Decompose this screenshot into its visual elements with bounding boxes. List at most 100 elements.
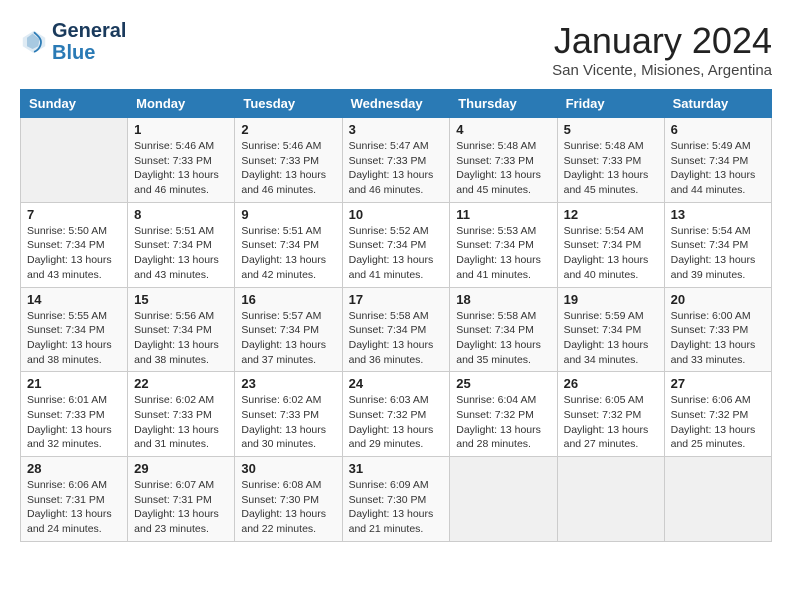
day-info: Sunrise: 5:48 AM Sunset: 7:33 PM Dayligh…	[564, 139, 658, 198]
calendar-week-row: 7 Sunrise: 5:50 AM Sunset: 7:34 PM Daylig…	[21, 202, 772, 287]
day-number: 27	[671, 376, 765, 391]
day-info: Sunrise: 5:58 AM Sunset: 7:34 PM Dayligh…	[456, 309, 550, 368]
day-number: 16	[241, 292, 335, 307]
day-info: Sunrise: 5:54 AM Sunset: 7:34 PM Dayligh…	[671, 224, 765, 283]
day-number: 31	[349, 461, 444, 476]
calendar-cell: 27 Sunrise: 6:06 AM Sunset: 7:32 PM Dayli…	[664, 372, 771, 457]
day-number: 13	[671, 207, 765, 222]
calendar-cell: 18 Sunrise: 5:58 AM Sunset: 7:34 PM Dayli…	[450, 287, 557, 372]
day-info: Sunrise: 6:09 AM Sunset: 7:30 PM Dayligh…	[349, 478, 444, 537]
day-info: Sunrise: 5:57 AM Sunset: 7:34 PM Dayligh…	[241, 309, 335, 368]
calendar-week-row: 28 Sunrise: 6:06 AM Sunset: 7:31 PM Dayli…	[21, 457, 772, 542]
calendar-header-row: SundayMondayTuesdayWednesdayThursdayFrid…	[21, 90, 772, 118]
logo: General Blue	[20, 20, 126, 64]
calendar-cell: 12 Sunrise: 5:54 AM Sunset: 7:34 PM Dayli…	[557, 202, 664, 287]
day-info: Sunrise: 6:00 AM Sunset: 7:33 PM Dayligh…	[671, 309, 765, 368]
day-number: 7	[27, 207, 121, 222]
logo-blue: Blue	[52, 42, 95, 64]
calendar-cell: 4Sunrise: 5:48 AM Sunset: 7:33 PM Daylig…	[450, 118, 557, 203]
column-header-monday: Monday	[128, 90, 235, 118]
day-info: Sunrise: 6:04 AM Sunset: 7:32 PM Dayligh…	[456, 393, 550, 452]
column-header-wednesday: Wednesday	[342, 90, 450, 118]
day-info: Sunrise: 5:46 AM Sunset: 7:33 PM Dayligh…	[241, 139, 335, 198]
calendar-cell: 9 Sunrise: 5:51 AM Sunset: 7:34 PM Daylig…	[235, 202, 342, 287]
calendar-cell: 25 Sunrise: 6:04 AM Sunset: 7:32 PM Dayli…	[450, 372, 557, 457]
calendar-cell: 3 Sunrise: 5:47 AM Sunset: 7:33 PM Daylig…	[342, 118, 450, 203]
column-header-friday: Friday	[557, 90, 664, 118]
day-number: 22	[134, 376, 228, 391]
day-number: 18	[456, 292, 550, 307]
day-number: 15	[134, 292, 228, 307]
day-number: 14	[27, 292, 121, 307]
day-number: 8	[134, 207, 228, 222]
title-section: January 2024 San Vicente, Misiones, Arge…	[552, 20, 772, 79]
day-info: Sunrise: 5:54 AM Sunset: 7:34 PM Dayligh…	[564, 224, 658, 283]
day-info: Sunrise: 5:47 AM Sunset: 7:33 PM Dayligh…	[349, 139, 444, 198]
day-number: 5	[564, 122, 658, 137]
calendar-week-row: 21 Sunrise: 6:01 AM Sunset: 7:33 PM Dayli…	[21, 372, 772, 457]
calendar-week-row: 1Sunrise: 5:46 AM Sunset: 7:33 PM Daylig…	[21, 118, 772, 203]
day-number: 17	[349, 292, 444, 307]
day-info: Sunrise: 6:05 AM Sunset: 7:32 PM Dayligh…	[564, 393, 658, 452]
day-info: Sunrise: 6:08 AM Sunset: 7:30 PM Dayligh…	[241, 478, 335, 537]
calendar-cell: 17Sunrise: 5:58 AM Sunset: 7:34 PM Dayli…	[342, 287, 450, 372]
day-info: Sunrise: 5:50 AM Sunset: 7:34 PM Dayligh…	[27, 224, 121, 283]
day-info: Sunrise: 6:06 AM Sunset: 7:31 PM Dayligh…	[27, 478, 121, 537]
column-header-tuesday: Tuesday	[235, 90, 342, 118]
calendar-cell: 31 Sunrise: 6:09 AM Sunset: 7:30 PM Dayli…	[342, 457, 450, 542]
calendar-cell: 21 Sunrise: 6:01 AM Sunset: 7:33 PM Dayli…	[21, 372, 128, 457]
logo-icon	[20, 28, 48, 56]
calendar-cell	[664, 457, 771, 542]
day-number: 26	[564, 376, 658, 391]
calendar-cell: 28 Sunrise: 6:06 AM Sunset: 7:31 PM Dayli…	[21, 457, 128, 542]
day-info: Sunrise: 5:55 AM Sunset: 7:34 PM Dayligh…	[27, 309, 121, 368]
day-info: Sunrise: 5:51 AM Sunset: 7:34 PM Dayligh…	[134, 224, 228, 283]
day-number: 9	[241, 207, 335, 222]
calendar-cell: 2 Sunrise: 5:46 AM Sunset: 7:33 PM Daylig…	[235, 118, 342, 203]
location-title: San Vicente, Misiones, Argentina	[552, 62, 772, 79]
day-info: Sunrise: 6:03 AM Sunset: 7:32 PM Dayligh…	[349, 393, 444, 452]
month-title: January 2024	[552, 20, 772, 62]
column-header-thursday: Thursday	[450, 90, 557, 118]
day-info: Sunrise: 6:07 AM Sunset: 7:31 PM Dayligh…	[134, 478, 228, 537]
day-info: Sunrise: 5:53 AM Sunset: 7:34 PM Dayligh…	[456, 224, 550, 283]
calendar-cell: 5 Sunrise: 5:48 AM Sunset: 7:33 PM Daylig…	[557, 118, 664, 203]
day-number: 19	[564, 292, 658, 307]
day-info: Sunrise: 6:06 AM Sunset: 7:32 PM Dayligh…	[671, 393, 765, 452]
day-number: 3	[349, 122, 444, 137]
logo-general: General	[52, 20, 126, 42]
day-number: 4	[456, 122, 550, 137]
column-header-saturday: Saturday	[664, 90, 771, 118]
day-number: 11	[456, 207, 550, 222]
calendar-cell: 6Sunrise: 5:49 AM Sunset: 7:34 PM Daylig…	[664, 118, 771, 203]
day-info: Sunrise: 6:01 AM Sunset: 7:33 PM Dayligh…	[27, 393, 121, 452]
calendar-cell: 1Sunrise: 5:46 AM Sunset: 7:33 PM Daylig…	[128, 118, 235, 203]
calendar-cell: 14 Sunrise: 5:55 AM Sunset: 7:34 PM Dayli…	[21, 287, 128, 372]
logo-text: General Blue	[52, 20, 126, 64]
day-number: 24	[349, 376, 444, 391]
day-number: 21	[27, 376, 121, 391]
calendar-cell: 10 Sunrise: 5:52 AM Sunset: 7:34 PM Dayli…	[342, 202, 450, 287]
day-info: Sunrise: 5:59 AM Sunset: 7:34 PM Dayligh…	[564, 309, 658, 368]
day-number: 6	[671, 122, 765, 137]
calendar-cell: 11 Sunrise: 5:53 AM Sunset: 7:34 PM Dayli…	[450, 202, 557, 287]
calendar-cell: 24 Sunrise: 6:03 AM Sunset: 7:32 PM Dayli…	[342, 372, 450, 457]
day-number: 10	[349, 207, 444, 222]
day-number: 12	[564, 207, 658, 222]
day-info: Sunrise: 5:56 AM Sunset: 7:34 PM Dayligh…	[134, 309, 228, 368]
calendar-cell: 23Sunrise: 6:02 AM Sunset: 7:33 PM Dayli…	[235, 372, 342, 457]
calendar-cell: 22Sunrise: 6:02 AM Sunset: 7:33 PM Dayli…	[128, 372, 235, 457]
calendar-cell: 20Sunrise: 6:00 AM Sunset: 7:33 PM Dayli…	[664, 287, 771, 372]
day-number: 30	[241, 461, 335, 476]
day-info: Sunrise: 5:51 AM Sunset: 7:34 PM Dayligh…	[241, 224, 335, 283]
day-number: 28	[27, 461, 121, 476]
day-info: Sunrise: 5:52 AM Sunset: 7:34 PM Dayligh…	[349, 224, 444, 283]
calendar-cell: 29Sunrise: 6:07 AM Sunset: 7:31 PM Dayli…	[128, 457, 235, 542]
calendar-cell	[557, 457, 664, 542]
calendar-cell	[21, 118, 128, 203]
day-info: Sunrise: 5:46 AM Sunset: 7:33 PM Dayligh…	[134, 139, 228, 198]
calendar-cell: 15 Sunrise: 5:56 AM Sunset: 7:34 PM Dayli…	[128, 287, 235, 372]
calendar-cell: 26 Sunrise: 6:05 AM Sunset: 7:32 PM Dayli…	[557, 372, 664, 457]
day-number: 25	[456, 376, 550, 391]
day-number: 2	[241, 122, 335, 137]
